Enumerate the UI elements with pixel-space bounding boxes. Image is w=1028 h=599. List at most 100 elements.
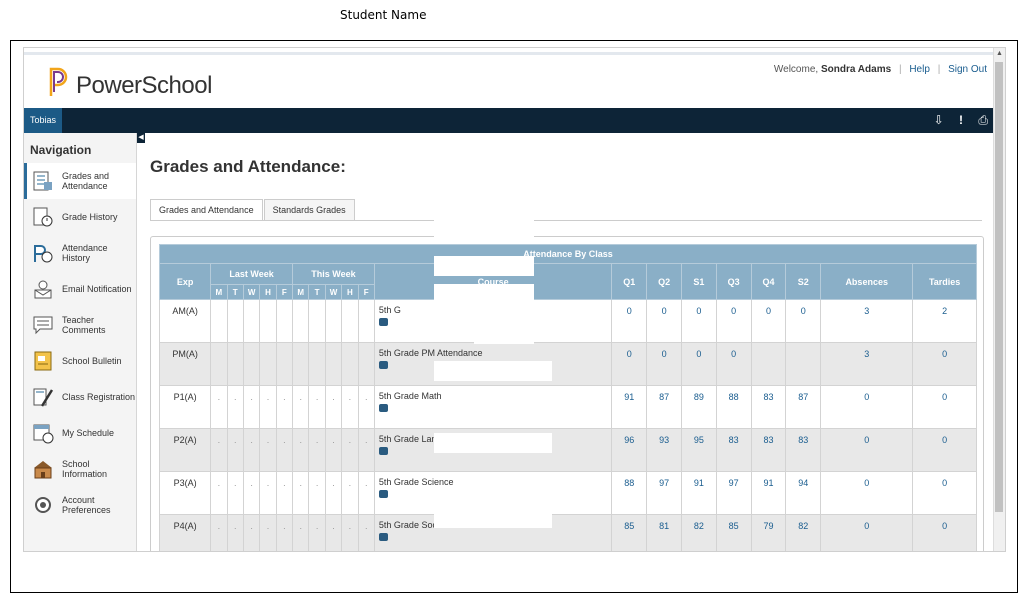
comments-icon [33, 316, 53, 335]
tab-standards-grades[interactable]: Standards Grades [263, 199, 355, 220]
q3-cell[interactable]: 0 [715, 299, 752, 343]
table-title: Attendance By Class [159, 244, 977, 264]
email-teacher-icon[interactable] [378, 533, 388, 541]
header-s1[interactable]: S1 [680, 263, 717, 300]
email-teacher-icon[interactable] [378, 404, 388, 412]
attendance-day-cell [357, 342, 375, 386]
sidebar-item-school-information[interactable]: School Information [24, 451, 136, 487]
q4-cell[interactable]: 0 [750, 299, 787, 343]
s2-cell[interactable]: 87 [785, 385, 822, 429]
q1-cell[interactable]: 88 [611, 471, 648, 515]
email-teacher-icon[interactable] [378, 490, 388, 498]
q2-cell[interactable]: 97 [646, 471, 682, 515]
tardies-cell[interactable]: 0 [912, 428, 977, 472]
s1-cell[interactable]: 0 [680, 342, 717, 386]
sidebar-item-school-bulletin[interactable]: School Bulletin [24, 343, 136, 379]
absences-cell[interactable]: 3 [820, 342, 914, 386]
sign-out-link[interactable]: Sign Out [948, 64, 987, 75]
tardies-cell[interactable]: 0 [912, 514, 977, 551]
top-navbar: Tobias ⇩ ! ⎙ [24, 108, 994, 133]
absences-cell[interactable]: 0 [820, 385, 914, 429]
redaction-box [434, 284, 534, 310]
q4-cell[interactable]: 83 [750, 385, 787, 429]
q4-cell[interactable]: 91 [750, 471, 787, 515]
attendance-day-cell: . [308, 385, 326, 429]
q3-cell[interactable]: 85 [715, 514, 752, 551]
header-q2[interactable]: Q2 [646, 263, 682, 300]
vertical-scrollbar[interactable]: ▲ [993, 48, 1005, 551]
header-q4[interactable]: Q4 [750, 263, 787, 300]
header-tardies[interactable]: Tardies [912, 263, 977, 300]
scroll-up-icon[interactable]: ▲ [996, 50, 1003, 57]
absences-cell[interactable]: 0 [820, 471, 914, 515]
q3-cell[interactable]: 97 [715, 471, 752, 515]
q1-cell[interactable]: 0 [611, 299, 648, 343]
tardies-cell[interactable]: 0 [912, 471, 977, 515]
q3-cell[interactable]: 0 [715, 342, 752, 386]
q1-cell[interactable]: 85 [611, 514, 648, 551]
s1-cell[interactable]: 0 [680, 299, 717, 343]
attendance-day-cell [210, 299, 228, 343]
s1-cell[interactable]: 91 [680, 471, 717, 515]
absences-cell[interactable]: 0 [820, 514, 914, 551]
header-absences[interactable]: Absences [820, 263, 914, 300]
sidebar-item-class-registration[interactable]: Class Registration [24, 379, 136, 415]
q1-cell[interactable]: 0 [611, 342, 648, 386]
scrollbar-thumb[interactable] [995, 62, 1003, 512]
q2-cell[interactable]: 0 [646, 299, 682, 343]
s1-cell[interactable]: 89 [680, 385, 717, 429]
attendance-day-cell: . [341, 428, 359, 472]
header-s2[interactable]: S2 [785, 263, 822, 300]
attendance-day-cell: . [357, 471, 375, 515]
attendance-day-cell: . [341, 385, 359, 429]
s2-cell[interactable]: 0 [785, 299, 822, 343]
absences-cell[interactable]: 3 [820, 299, 914, 343]
s2-cell[interactable]: 82 [785, 514, 822, 551]
s2-cell[interactable]: 83 [785, 428, 822, 472]
redaction-box [434, 508, 552, 528]
q2-cell[interactable]: 0 [646, 342, 682, 386]
sidebar-item-email-notification[interactable]: Email Notification [24, 271, 136, 307]
student-tab[interactable]: Tobias [24, 108, 63, 133]
header-exp[interactable]: Exp [158, 263, 212, 300]
s2-cell[interactable]: 94 [785, 471, 822, 515]
tab-grades-and-attendance[interactable]: Grades and Attendance [150, 199, 263, 221]
q1-cell[interactable]: 96 [611, 428, 648, 472]
q3-cell[interactable]: 83 [715, 428, 752, 472]
sidebar-item-my-schedule[interactable]: My Schedule [24, 415, 136, 451]
sidebar-item-teacher-comments[interactable]: Teacher Comments [24, 307, 136, 343]
q4-cell[interactable]: 83 [750, 428, 787, 472]
email-teacher-icon[interactable] [378, 318, 388, 326]
course-name: 5th Grade Math [378, 391, 442, 401]
tardies-cell[interactable]: 0 [912, 385, 977, 429]
header-day: W [324, 284, 343, 300]
tardies-cell[interactable]: 2 [912, 299, 977, 343]
q2-cell[interactable]: 87 [646, 385, 682, 429]
alert-icon[interactable]: ! [959, 113, 963, 127]
s1-cell[interactable]: 95 [680, 428, 717, 472]
absences-cell[interactable]: 0 [820, 428, 914, 472]
email-teacher-icon[interactable] [378, 361, 388, 369]
q1-cell[interactable]: 91 [611, 385, 648, 429]
sidebar-item-grades-and-attendance[interactable]: Grades and Attendance [24, 163, 136, 199]
collapse-sidebar-button[interactable]: ◀ [137, 133, 145, 143]
header-q1[interactable]: Q1 [611, 263, 648, 300]
help-link[interactable]: Help [909, 64, 930, 75]
sidebar-item-label: Grades and Attendance [62, 171, 110, 191]
q2-cell[interactable]: 93 [646, 428, 682, 472]
sidebar-item-account-preferences[interactable]: Account Preferences [24, 487, 136, 523]
email-teacher-icon[interactable] [378, 447, 388, 455]
q3-cell[interactable]: 88 [715, 385, 752, 429]
sidebar-item-label: Class Registration [62, 392, 136, 402]
attendance-day-cell [357, 299, 375, 343]
sidebar-item-grade-history[interactable]: Grade History [24, 199, 136, 235]
course-cell: 5th Grade Math [373, 385, 613, 429]
sidebar-item-attendance-history[interactable]: Attendance History [24, 235, 136, 271]
print-icon[interactable]: ⎙ [978, 113, 988, 128]
download-icon[interactable]: ⇩ [934, 113, 944, 127]
tardies-cell[interactable]: 0 [912, 342, 977, 386]
s1-cell[interactable]: 82 [680, 514, 717, 551]
q4-cell[interactable]: 79 [750, 514, 787, 551]
q2-cell[interactable]: 81 [646, 514, 682, 551]
header-q3[interactable]: Q3 [715, 263, 752, 300]
